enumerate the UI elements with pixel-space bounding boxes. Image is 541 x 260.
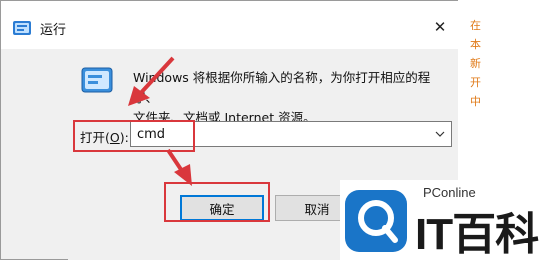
red-arrow-icon — [166, 148, 192, 186]
red-arrow-icon — [128, 56, 175, 106]
watermark-title: IT百科 — [415, 210, 539, 259]
search-magnifier-icon — [343, 188, 409, 254]
